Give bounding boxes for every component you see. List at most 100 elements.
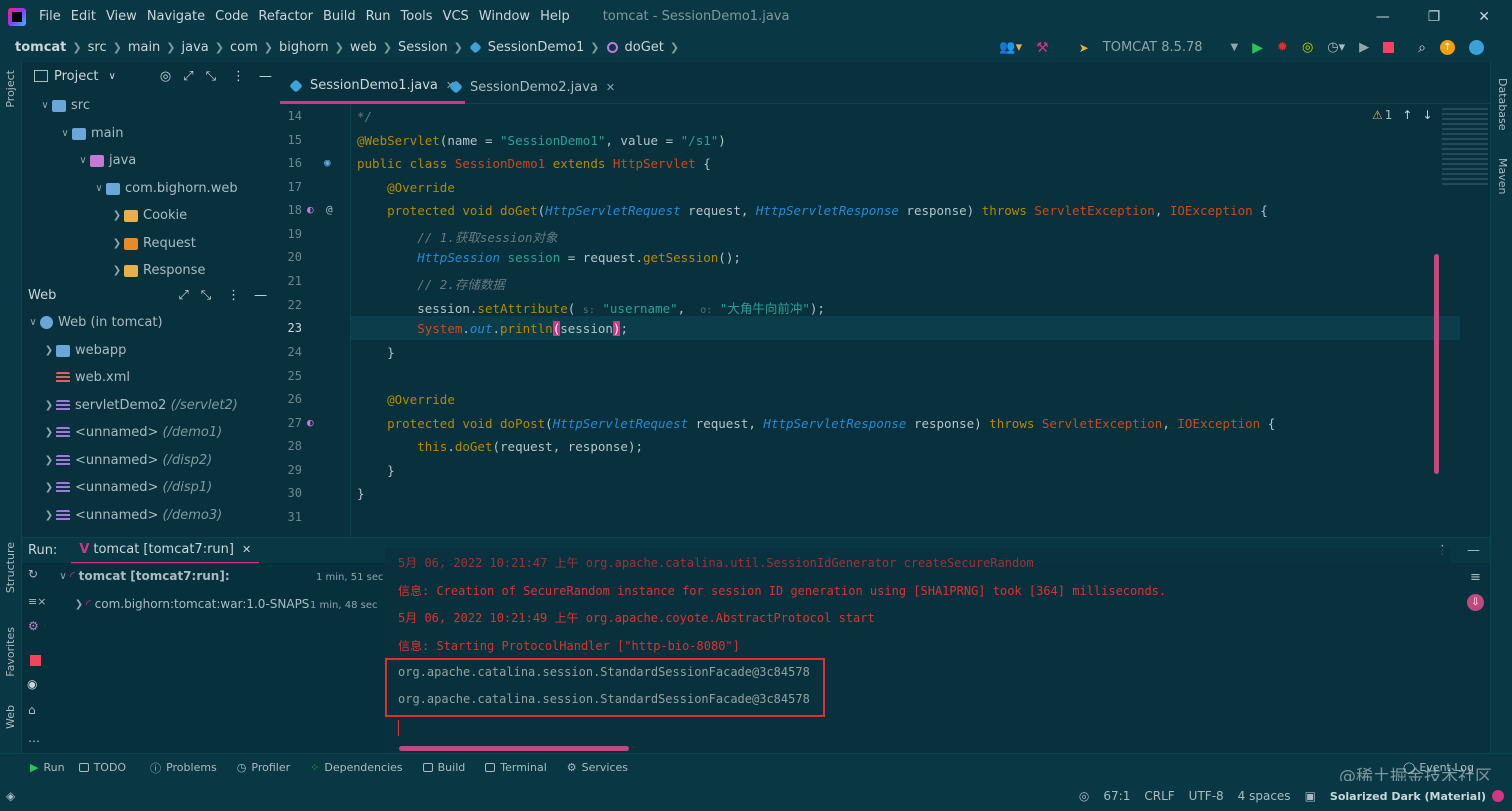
menu-run[interactable]: Run	[361, 9, 396, 24]
breadcrumb-item[interactable]: bighorn	[276, 40, 332, 55]
minimize-icon[interactable]: —	[1376, 9, 1390, 25]
hide-icon[interactable]: —	[254, 288, 267, 303]
project-panel-title[interactable]: Project	[54, 69, 98, 84]
tree-item[interactable]: ❯ servletDemo2 (/servlet2)	[42, 392, 238, 419]
run-tab[interactable]: V tomcat [tomcat7:run] ✕	[71, 538, 260, 564]
tree-item[interactable]: ∨ java	[76, 147, 136, 174]
tree-item[interactable]: ∨ src	[38, 92, 90, 119]
breadcrumb-item[interactable]: doGet	[622, 40, 667, 55]
theme-icon[interactable]	[1492, 790, 1504, 802]
menu-build[interactable]: Build	[318, 9, 361, 24]
expand-icon[interactable]: ⤢	[178, 288, 188, 303]
implemented-icon[interactable]: ◉	[324, 156, 331, 169]
menu-edit[interactable]: Edit	[66, 9, 101, 24]
minimap[interactable]	[1442, 108, 1488, 188]
maven-tool-tab[interactable]: Maven	[1496, 158, 1509, 194]
tool-tab-terminal[interactable]: Terminal	[485, 761, 547, 774]
menu-navigate[interactable]: Navigate	[142, 9, 210, 24]
tool-tab-run[interactable]: ▶ Run	[30, 761, 65, 774]
menu-code[interactable]: Code	[210, 9, 253, 24]
tree-item[interactable]: ❯ <unnamed> (/demo3)	[42, 502, 222, 529]
build-hammer-icon[interactable]: ⚒	[1036, 40, 1049, 56]
tool-tab-build[interactable]: Build	[422, 761, 465, 774]
run-config-select[interactable]: TOMCAT 8.5.78	[1103, 40, 1203, 55]
indent-setting[interactable]: 4 spaces	[1238, 789, 1291, 803]
more-icon[interactable]: …	[28, 731, 40, 745]
web-tool-tab[interactable]: Web	[4, 705, 17, 729]
tree-item[interactable]: ❯ Cookie	[110, 202, 187, 229]
menu-file[interactable]: File	[34, 9, 66, 24]
cursor-position[interactable]: 67:1	[1103, 789, 1130, 803]
rerun-icon[interactable]: ↻	[28, 567, 38, 581]
console-output[interactable]: 5月 06, 2022 10:21:47 上午 org.apache.catal…	[385, 548, 1450, 753]
menu-refactor[interactable]: Refactor	[253, 9, 318, 24]
eye-icon[interactable]: ◉	[27, 677, 37, 691]
stop-icon[interactable]	[1383, 42, 1395, 53]
breadcrumb-item[interactable]: java	[179, 40, 212, 55]
breadcrumb-item[interactable]: com	[227, 40, 261, 55]
theme-name[interactable]: Solarized Dark (Material)	[1330, 790, 1486, 803]
profiler-icon[interactable]: ◷▾	[1327, 40, 1345, 55]
tool-tab-dependencies[interactable]: ⁘ Dependencies	[310, 761, 403, 774]
tree-item[interactable]: ❯ webapp	[42, 337, 127, 364]
breadcrumb-item[interactable]: main	[125, 40, 163, 55]
arrow-up-icon[interactable]: ↑	[1402, 108, 1412, 122]
breadcrumb-item[interactable]: tomcat	[12, 40, 69, 55]
stop-icon[interactable]	[30, 655, 41, 666]
web-panel-title[interactable]: Web	[28, 288, 56, 303]
clear-icon[interactable]: ≡×	[28, 595, 46, 608]
project-tool-tab[interactable]: Project	[4, 70, 17, 108]
lock-icon[interactable]: ▣	[1305, 789, 1316, 803]
soft-wrap-icon[interactable]: ≡	[1470, 570, 1481, 585]
line-separator[interactable]: CRLF	[1144, 789, 1174, 803]
expand-icon[interactable]: ⤢	[183, 69, 193, 84]
structure-tool-tab[interactable]: Structure	[4, 542, 17, 593]
tab-sessiondemo2[interactable]: SessionDemo2.java ✕	[440, 70, 625, 104]
tool-tab-services[interactable]: ⚙ Services	[567, 761, 628, 774]
coverage-icon[interactable]: ◎	[1302, 40, 1313, 55]
menu-view[interactable]: View	[101, 9, 142, 24]
arrow-down-icon[interactable]: ↓	[1422, 108, 1432, 122]
target-icon[interactable]: ◎	[160, 69, 171, 84]
camera-icon[interactable]: ⌂	[28, 703, 36, 717]
breadcrumb-item[interactable]: web	[347, 40, 380, 55]
search-icon[interactable]: ⌕	[1418, 40, 1426, 56]
tree-item[interactable]: ❯ <unnamed> (/disp2)	[42, 447, 212, 474]
hide-icon[interactable]: —	[1467, 543, 1480, 558]
run-more-icon[interactable]: ▶	[1359, 40, 1369, 55]
plugin-icon[interactable]	[1469, 40, 1484, 55]
tree-item[interactable]: ❯ Request	[110, 230, 196, 257]
override-icon[interactable]: ◐	[307, 416, 314, 429]
chevron-down-icon[interactable]: ∨	[108, 71, 115, 82]
breadcrumb-item[interactable]: SessionDemo1	[485, 40, 588, 55]
tree-item[interactable]: ❯ Response	[110, 257, 206, 284]
database-tool-tab[interactable]: Database	[1496, 78, 1509, 131]
tree-item[interactable]: ∨ Web (in tomcat)	[26, 309, 162, 336]
menu-vcs[interactable]: VCS	[438, 9, 474, 24]
tree-item[interactable]: ∨ main	[58, 120, 123, 147]
tree-item[interactable]: ❯ <unnamed> (/disp1)	[42, 474, 212, 501]
inspection-widget[interactable]: ⚠ 1 ↑ ↓	[1372, 108, 1433, 122]
eye-icon[interactable]: ◎	[1079, 789, 1089, 803]
collapse-icon[interactable]: ⤡	[201, 288, 211, 303]
run-tree-item[interactable]: ∨ ◜ tomcat [tomcat7:run]:	[56, 569, 229, 583]
file-encoding[interactable]: UTF-8	[1189, 789, 1224, 803]
override-icon[interactable]: ◐	[307, 203, 314, 216]
scroll-end-icon[interactable]: ⇩	[1467, 594, 1484, 611]
breadcrumb-item[interactable]: Session	[395, 40, 451, 55]
hide-icon[interactable]: —	[259, 69, 272, 84]
tree-item[interactable]: ∨ com.bighorn.web	[92, 175, 237, 202]
close-window-icon[interactable]: ✕	[1478, 9, 1490, 25]
collapse-icon[interactable]: ⤡	[206, 69, 216, 84]
chevron-down-icon[interactable]: ▼	[1231, 42, 1239, 53]
menu-tools[interactable]: Tools	[396, 9, 438, 24]
menu-window[interactable]: Window	[474, 9, 535, 24]
favorites-tool-tab[interactable]: Favorites	[4, 627, 17, 677]
tree-item[interactable]: ❯ <unnamed> (/demo1)	[42, 419, 222, 446]
options-icon[interactable]: ⋮	[227, 288, 240, 303]
run-tree-item[interactable]: ❯ ◜ com.bighorn:tomcat:war:1.0-SNAPS	[72, 597, 310, 611]
tree-item[interactable]: web.xml	[56, 364, 130, 391]
code-editor[interactable]: 14 15 16 17 18 19 20 21 22 23 24 25 26 2…	[280, 104, 1490, 537]
update-icon[interactable]: ↑	[1440, 40, 1455, 55]
restore-icon[interactable]: ❐	[1428, 9, 1441, 25]
